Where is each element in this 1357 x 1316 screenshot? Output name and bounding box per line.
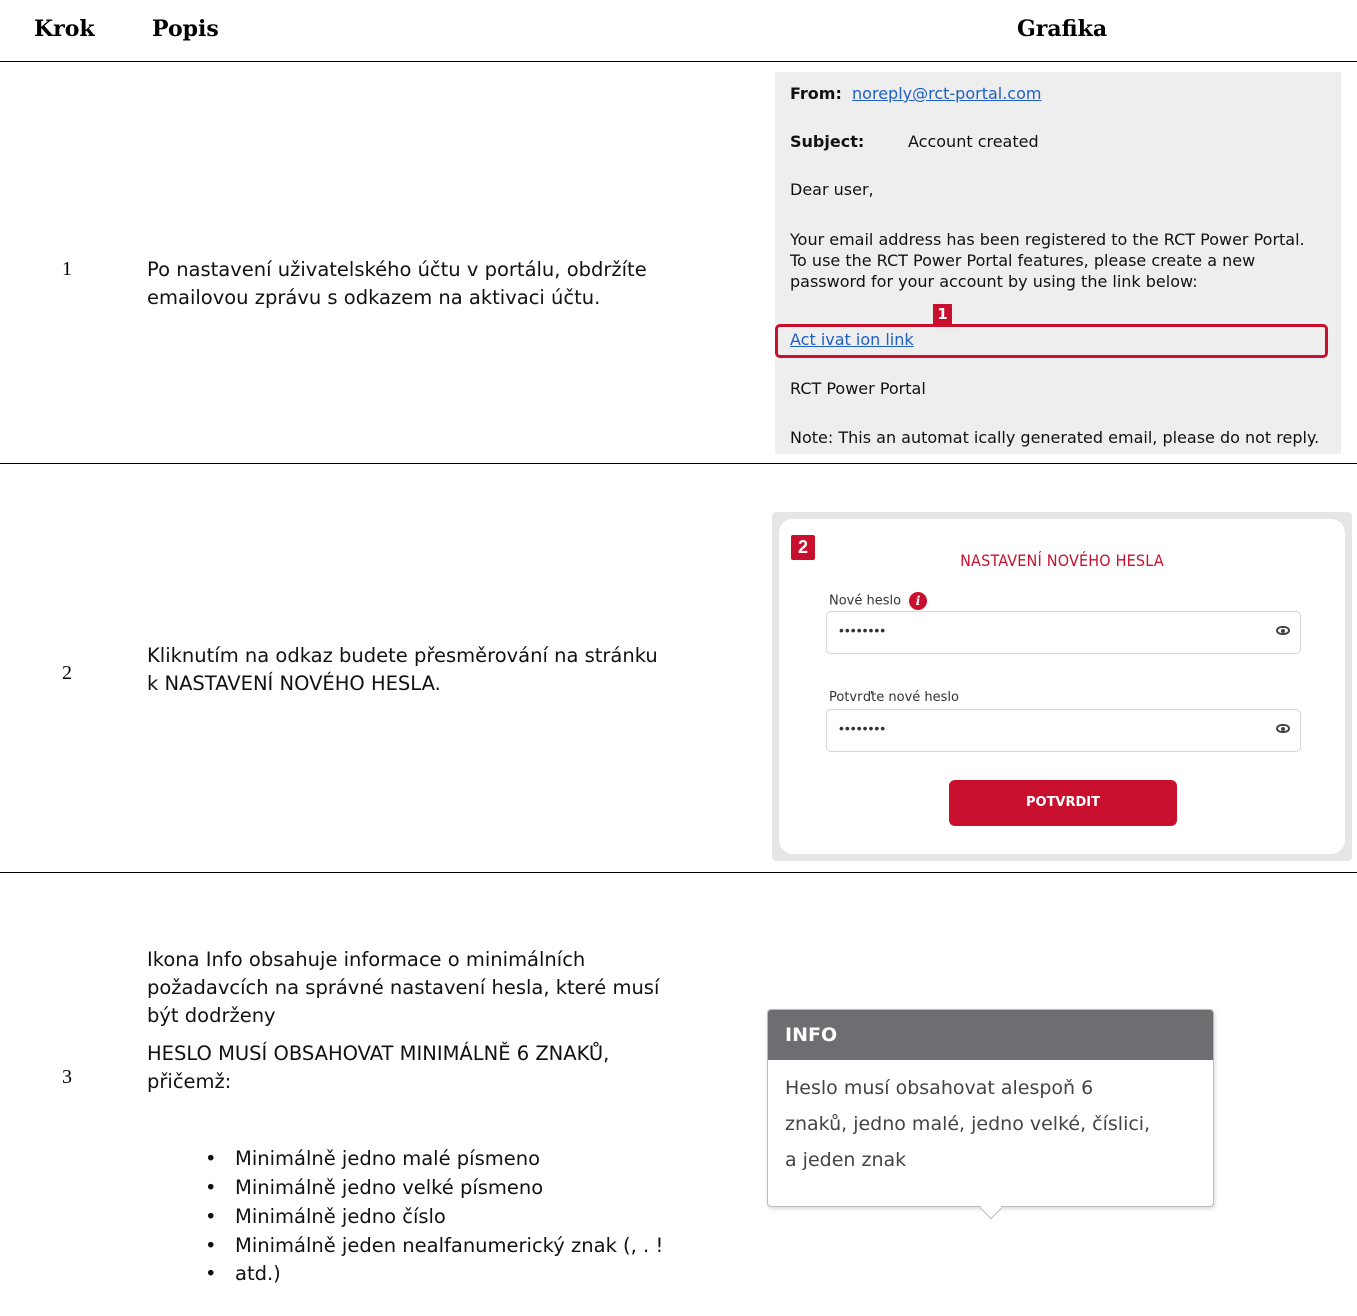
step-number: 1: [62, 258, 72, 280]
sender-email-link[interactable]: noreply@rct-portal.com: [852, 84, 1041, 103]
description-line: požadavcích na správné nastavení hesla, …: [147, 976, 660, 999]
show-password-eye-icon[interactable]: [1276, 724, 1290, 733]
description-line: k NASTAVENÍ NOVÉHO HESLA.: [147, 672, 441, 695]
email-note: Note: This an automat ically generated e…: [790, 428, 1320, 447]
info-text-line: a jeden znak: [785, 1149, 907, 1171]
list-item-continuation: atd.): [205, 1259, 663, 1288]
password-mask: ••••••••: [839, 622, 887, 638]
description-line: emailovou zprávu s odkazem na aktivaci ú…: [147, 286, 601, 309]
new-password-input[interactable]: ••••••••: [826, 611, 1301, 654]
description-line: Po nastavení uživatelského účtu v portál…: [147, 258, 647, 281]
description-line: Kliknutím na odkaz budete přesměrování n…: [147, 644, 658, 667]
show-password-eye-icon[interactable]: [1276, 626, 1290, 635]
info-tooltip-title: INFO: [768, 1010, 1213, 1060]
info-text-line: znaků, jedno malé, jedno velké, číslici,: [785, 1113, 1151, 1135]
activation-link[interactable]: Act ivat ion link: [790, 330, 914, 349]
description-line: Ikona Info obsahuje informace o minimáln…: [147, 948, 586, 971]
email-preview: From: noreply@rct-portal.com Subject: Ac…: [775, 72, 1341, 454]
step-description: Ikona Info obsahuje informace o minimáln…: [147, 946, 659, 1030]
email-body-line: password for your account by using the l…: [790, 272, 1198, 291]
email-signature: RCT Power Portal: [790, 379, 926, 398]
email-body-line: To use the RCT Power Portal features, pl…: [790, 251, 1256, 270]
step-number: 3: [62, 1066, 72, 1088]
password-mask: ••••••••: [839, 720, 887, 736]
email-body-line: Your email address has been registered t…: [790, 230, 1305, 249]
info-tooltip: INFO Heslo musí obsahovat alespoň 6 znak…: [767, 1009, 1214, 1220]
email-greeting: Dear user,: [790, 180, 874, 199]
subject-label: Subject:: [790, 132, 865, 151]
confirm-password-label: Potvrďte nové heslo: [829, 690, 959, 705]
step-description: Po nastavení uživatelského účtu v portál…: [147, 256, 647, 312]
column-header-graphic: Grafika: [1017, 16, 1108, 42]
confirm-button[interactable]: POTVRDIT: [949, 780, 1177, 826]
list-item: Minimálně jedno malé písmeno: [205, 1144, 663, 1173]
requirements-list: Minimálně jedno malé písmeno Minimálně j…: [205, 1144, 663, 1288]
column-header-step: Krok: [34, 16, 95, 42]
list-item: Minimálně jedno číslo: [205, 1202, 663, 1231]
row-divider: [0, 872, 1357, 873]
description-line: být dodrženy: [147, 1004, 276, 1027]
email-body: Your email address has been registered t…: [790, 229, 1305, 292]
info-icon[interactable]: i: [909, 592, 928, 610]
info-tooltip-text: Heslo musí obsahovat alespoň 6 znaků, je…: [785, 1070, 1205, 1178]
row-divider: [0, 463, 1357, 464]
highlight-tag: 1: [933, 304, 952, 325]
list-item: Minimálně jedno velké písmeno: [205, 1173, 663, 1202]
new-password-label-text: Nové heslo: [829, 593, 902, 609]
new-password-label: Nové heslo i: [829, 592, 928, 610]
password-rule-line: přičemž:: [147, 1070, 232, 1093]
from-label: From:: [790, 84, 842, 103]
list-item: Minimálně jeden nealfanumerický znak (, …: [205, 1231, 663, 1260]
column-header-description: Popis: [152, 16, 219, 42]
password-form-screenshot: 2 NASTAVENÍ NOVÉHO HESLA Nové heslo i •••…: [772, 512, 1352, 861]
password-rule: HESLO MUSÍ OBSAHOVAT MINIMÁLNĚ 6 ZNAKŮ, …: [147, 1040, 609, 1096]
password-form-card: 2 NASTAVENÍ NOVÉHO HESLA Nové heslo i •••…: [779, 519, 1345, 854]
password-rule-line: HESLO MUSÍ OBSAHOVAT MINIMÁLNĚ 6 ZNAKŮ,: [147, 1042, 610, 1065]
confirm-password-input[interactable]: ••••••••: [826, 709, 1301, 752]
header-divider: [0, 61, 1357, 62]
tooltip-pointer: [979, 1196, 1003, 1220]
step-number: 2: [62, 662, 72, 684]
info-text-line: Heslo musí obsahovat alespoň 6: [785, 1077, 1094, 1099]
subject-value: Account created: [908, 132, 1039, 151]
form-title: NASTAVENÍ NOVÉHO HESLA: [960, 551, 1164, 570]
step-description: Kliknutím na odkaz budete přesměrování n…: [147, 642, 658, 698]
